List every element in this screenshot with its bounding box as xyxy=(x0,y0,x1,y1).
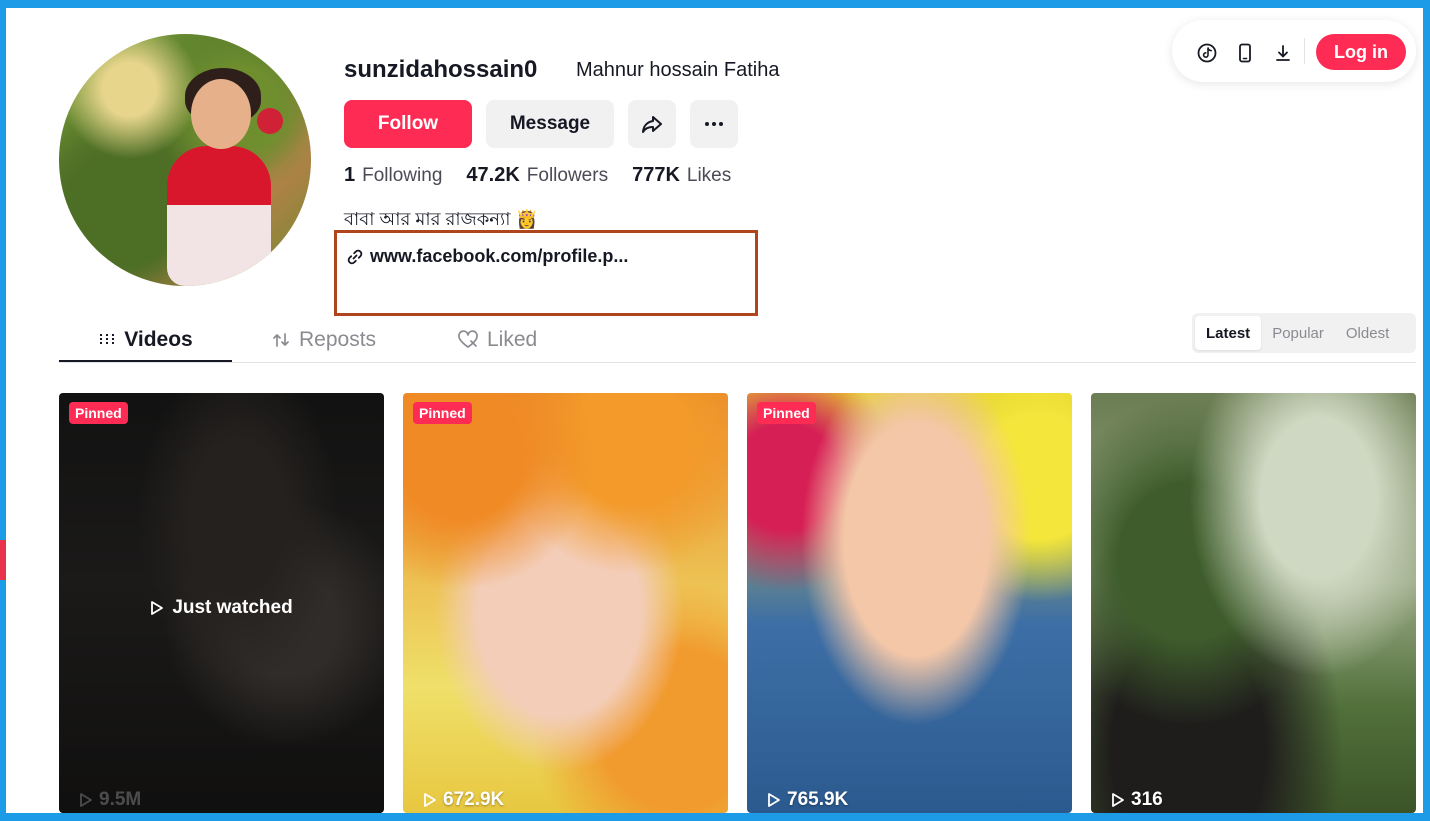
sort-toggle: Latest Popular Oldest xyxy=(1192,313,1416,353)
view-count: 316 xyxy=(1111,789,1163,811)
play-icon xyxy=(80,793,92,807)
more-options-button[interactable] xyxy=(690,100,738,148)
video-card[interactable]: Pinned 765.9K xyxy=(747,393,1072,813)
profile-page: sunzidahossain0 Mahnur hossain Fatiha Fo… xyxy=(6,8,1423,813)
tabs-divider xyxy=(59,362,1416,363)
just-watched-overlay: Just watched xyxy=(59,597,384,619)
followers-count: 47.2K xyxy=(466,164,520,186)
avatar-dress xyxy=(167,146,271,286)
stat-followers[interactable]: 47.2K Followers xyxy=(466,164,608,187)
pinned-badge: Pinned xyxy=(69,402,128,424)
tab-videos-label: Videos xyxy=(124,328,193,351)
play-icon xyxy=(151,601,164,615)
video-card[interactable]: Pinned Just watched 9.5M xyxy=(59,393,384,813)
videos-grid-icon xyxy=(100,334,115,346)
play-icon xyxy=(1112,793,1124,807)
video-card[interactable]: 316 xyxy=(1091,393,1416,813)
profile-link[interactable]: www.facebook.com/profile.p... xyxy=(346,246,628,267)
tab-reposts[interactable]: Reposts xyxy=(271,320,376,360)
stat-following[interactable]: 1 Following xyxy=(344,164,442,187)
followers-label: Followers xyxy=(526,165,609,186)
username: sunzidahossain0 xyxy=(344,56,538,83)
view-count: 9.5M xyxy=(79,789,141,811)
view-count: 765.9K xyxy=(767,789,848,811)
profile-avatar[interactable] xyxy=(59,34,311,286)
stat-likes: 777K Likes xyxy=(632,164,731,187)
following-count: 1 xyxy=(344,164,356,186)
sort-popular[interactable]: Popular xyxy=(1261,316,1335,350)
message-button[interactable]: Message xyxy=(486,100,614,148)
liked-heart-icon xyxy=(458,330,478,348)
pill-divider xyxy=(1304,38,1305,64)
play-icon xyxy=(768,793,780,807)
pinned-badge: Pinned xyxy=(757,402,816,424)
tiktok-icon[interactable] xyxy=(1194,40,1220,66)
nickname: Mahnur hossain Fatiha xyxy=(576,59,780,81)
view-count-label: 316 xyxy=(1131,789,1163,810)
left-edge-mark xyxy=(0,540,6,580)
highlight-box xyxy=(334,230,758,316)
following-label: Following xyxy=(362,165,443,186)
sort-latest[interactable]: Latest xyxy=(1195,316,1262,350)
ellipsis-icon xyxy=(705,122,723,126)
avatar-face xyxy=(191,79,251,149)
phone-icon[interactable] xyxy=(1232,40,1258,66)
download-icon[interactable] xyxy=(1270,40,1296,66)
play-icon xyxy=(424,793,436,807)
link-icon xyxy=(347,249,363,264)
avatar-flower xyxy=(257,108,283,134)
tab-liked-label: Liked xyxy=(487,328,538,351)
repost-icon xyxy=(273,333,289,347)
share-button[interactable] xyxy=(628,100,676,148)
profile-stats: 1 Following 47.2K Followers 777K Likes xyxy=(344,164,731,187)
pinned-badge: Pinned xyxy=(413,402,472,424)
view-count: 672.9K xyxy=(423,789,504,811)
likes-count: 777K xyxy=(632,164,680,186)
follow-button[interactable]: Follow xyxy=(344,100,472,148)
view-count-label: 765.9K xyxy=(787,789,849,810)
profile-link-text: www.facebook.com/profile.p... xyxy=(370,246,629,266)
top-actions: Log in xyxy=(1172,20,1416,82)
likes-label: Likes xyxy=(686,165,732,186)
view-count-label: 672.9K xyxy=(443,789,505,810)
view-count-label: 9.5M xyxy=(99,789,142,810)
sort-oldest[interactable]: Oldest xyxy=(1335,316,1400,350)
tab-videos[interactable]: Videos xyxy=(59,320,232,360)
login-button[interactable]: Log in xyxy=(1316,34,1406,70)
just-watched-label: Just watched xyxy=(172,597,293,618)
tab-liked[interactable]: Liked xyxy=(457,320,537,360)
share-icon xyxy=(642,116,662,133)
tab-reposts-label: Reposts xyxy=(299,328,377,351)
video-card[interactable]: Pinned 672.9K xyxy=(403,393,728,813)
